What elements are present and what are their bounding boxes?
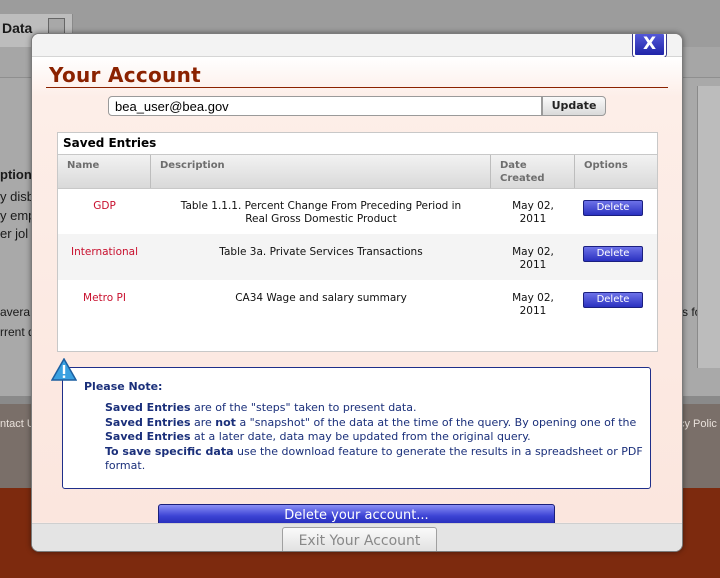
note-title: Please Note: xyxy=(84,380,163,393)
saved-entries-panel: Saved Entries Name Description Date Crea… xyxy=(57,132,658,352)
note-paragraph: Saved Entries are not a "snapshot" of th… xyxy=(105,416,645,444)
entry-description: Table 1.1.1. Percent Change From Precedi… xyxy=(151,188,491,234)
note-text: are of the "steps" taken to present data… xyxy=(190,401,417,414)
background-footer-link: cy Polic xyxy=(679,418,717,430)
entry-date-line: May 02, xyxy=(512,200,554,212)
modal-topbar xyxy=(32,34,682,57)
close-icon[interactable]: X xyxy=(633,34,666,57)
note-bold: Saved Entries xyxy=(105,430,191,443)
background-footer-link: ntact U xyxy=(0,418,35,430)
modal-body: Your Account Update Saved Entries Name D… xyxy=(32,57,682,528)
saved-entries-title: Saved Entries xyxy=(63,136,157,150)
note-paragraph: Saved Entries are of the "steps" taken t… xyxy=(105,401,645,415)
info-warning-icon xyxy=(51,358,77,381)
delete-entry-button[interactable]: Delete xyxy=(583,200,643,216)
note-bold: Saved Entries xyxy=(105,416,191,429)
column-header-name: Name xyxy=(58,155,151,188)
update-button[interactable]: Update xyxy=(542,96,606,116)
entry-description: CA34 Wage and salary summary xyxy=(151,280,491,326)
please-note-box: Please Note: Saved Entries are of the "s… xyxy=(51,358,651,489)
column-header-date-line1: Date xyxy=(500,160,527,171)
column-header-date-line2: Created xyxy=(500,173,545,184)
table-header: Name Description Date Created Options xyxy=(58,154,657,189)
delete-entry-button[interactable]: Delete xyxy=(583,292,643,308)
entry-description-line: Table 1.1.1. Percent Change From Precedi… xyxy=(180,200,462,212)
entry-date-line: 2011 xyxy=(519,305,547,317)
entry-date: May 02, 2011 xyxy=(491,234,575,280)
note-bold: Saved Entries xyxy=(105,401,191,414)
note-paragraph: To save specific data use the download f… xyxy=(105,445,645,473)
column-header-options: Options xyxy=(584,160,628,171)
background-text: avera xyxy=(0,305,31,319)
table-row: Metro PI CA34 Wage and salary summary Ma… xyxy=(58,280,657,326)
background-text: rrent d xyxy=(0,325,35,339)
exit-account-button[interactable]: Exit Your Account xyxy=(282,527,437,551)
background-sidebar-line: er jol xyxy=(0,226,29,241)
entry-name-link[interactable]: International xyxy=(58,234,151,280)
table-row: International Table 3a. Private Services… xyxy=(58,234,657,280)
entry-date-line: May 02, xyxy=(512,246,554,258)
background-scrollbar xyxy=(697,86,720,368)
save-icon xyxy=(48,18,65,34)
note-text: a "snapshot" of the data at the time of … xyxy=(235,416,637,429)
entry-description-line: CA34 Wage and salary summary xyxy=(235,292,407,304)
email-field[interactable] xyxy=(108,96,542,116)
entry-description: Table 3a. Private Services Transactions xyxy=(151,234,491,280)
entry-date-line: 2011 xyxy=(519,213,547,225)
column-header-date: Date Created xyxy=(491,155,575,188)
column-header-description: Description xyxy=(151,155,491,188)
modal-title: Your Account xyxy=(49,63,202,87)
entry-date-line: 2011 xyxy=(519,259,547,271)
note-text: at a later date, data may be updated fro… xyxy=(190,430,531,443)
title-divider xyxy=(46,87,668,88)
delete-entry-button[interactable]: Delete xyxy=(583,246,643,262)
entry-date-line: May 02, xyxy=(512,292,554,304)
entry-name-link[interactable]: Metro PI xyxy=(58,280,151,326)
account-modal: X Your Account Update Saved Entries Name… xyxy=(31,33,683,552)
background-sidebar-line: y disb xyxy=(0,189,34,204)
note-text: are xyxy=(190,416,216,429)
background-tab-label: Data xyxy=(2,20,33,36)
entry-date: May 02, 2011 xyxy=(491,280,575,326)
entry-description-line: Real Gross Domestic Product xyxy=(245,213,397,225)
entry-name-link[interactable]: GDP xyxy=(58,188,151,234)
note-bold: To save specific data xyxy=(105,445,234,458)
table-row: GDP Table 1.1.1. Percent Change From Pre… xyxy=(58,188,657,234)
background-sidebar-line: ption xyxy=(0,167,32,182)
note-bold: not xyxy=(215,416,236,429)
entry-date: May 02, 2011 xyxy=(491,188,575,234)
entry-description-line: Table 3a. Private Services Transactions xyxy=(219,246,423,258)
